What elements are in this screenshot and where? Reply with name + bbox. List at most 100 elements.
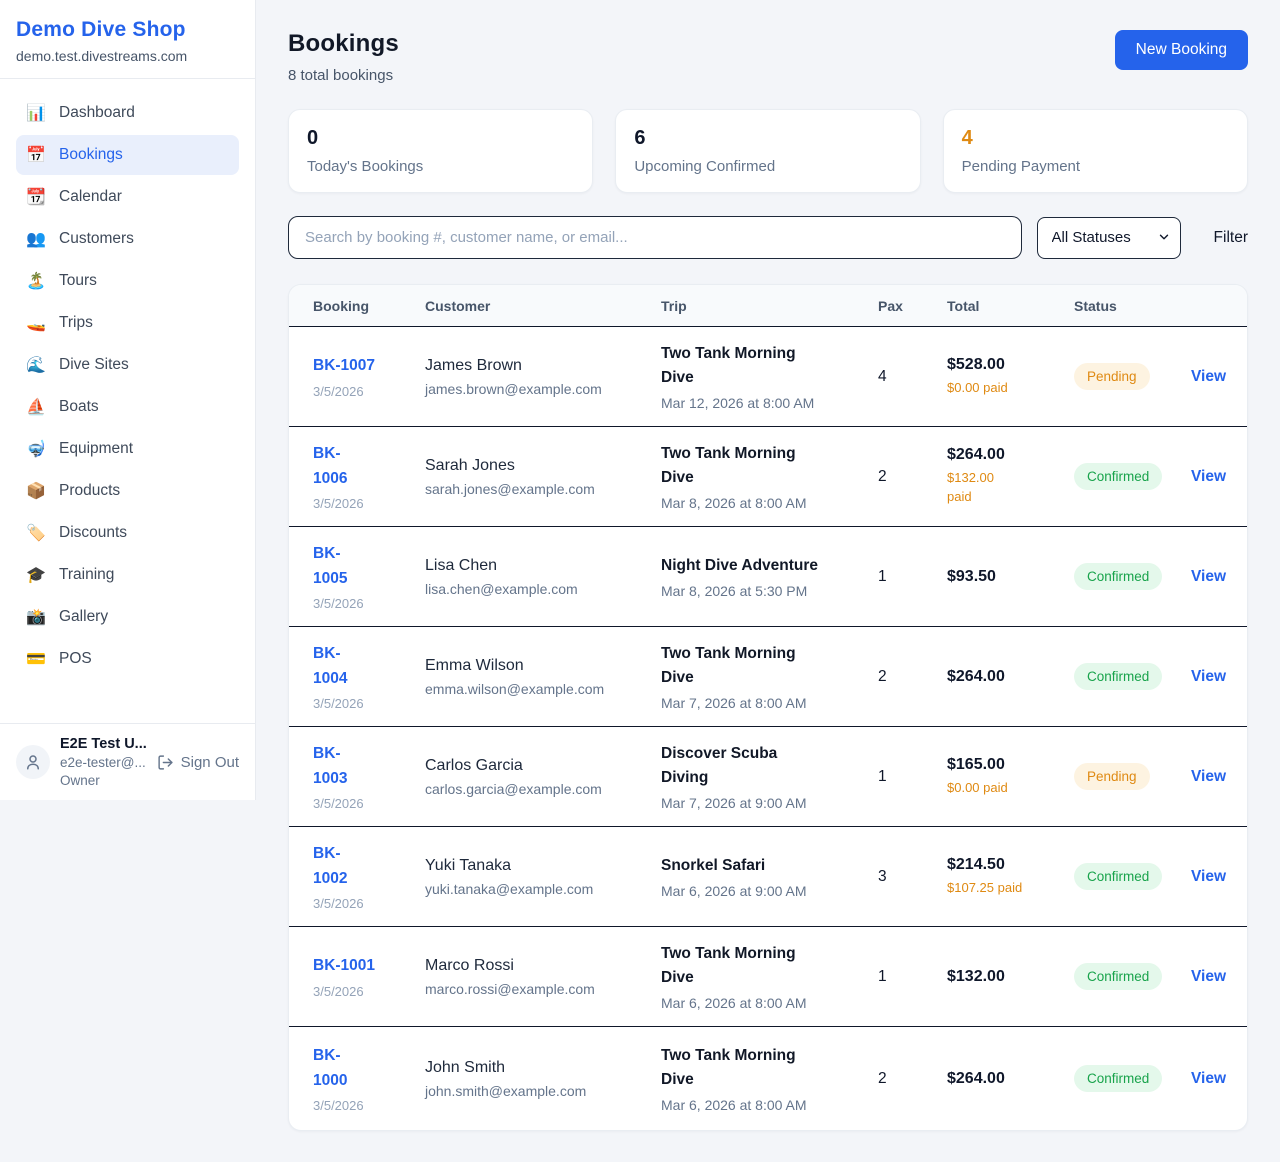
view-link[interactable]: View bbox=[1191, 868, 1226, 885]
pax-value: 2 bbox=[878, 468, 947, 486]
sidebar-item-trips[interactable]: 🚤Trips bbox=[16, 303, 239, 343]
view-cell: View bbox=[1191, 668, 1236, 686]
sidebar-item-products[interactable]: 📦 Products bbox=[16, 471, 239, 511]
trip-name: Two Tank Morning Dive bbox=[661, 442, 807, 489]
view-cell: View bbox=[1191, 568, 1236, 586]
view-link[interactable]: View bbox=[1191, 1070, 1226, 1087]
customer-name: John Smith bbox=[425, 1059, 651, 1077]
view-cell: View bbox=[1191, 468, 1236, 486]
sidebar-item-label: Bookings bbox=[59, 146, 123, 164]
trip-name: Two Tank Morning Dive bbox=[661, 642, 807, 689]
table-row: BK-10033/5/2026Carlos Garciacarlos.garci… bbox=[289, 727, 1247, 827]
view-cell: View bbox=[1191, 1070, 1236, 1088]
table-row: BK-10023/5/2026Yuki Tanakayuki.tanaka@ex… bbox=[289, 827, 1247, 927]
shop-name: Demo Dive Shop bbox=[16, 18, 239, 42]
sidebar-item-dashboard[interactable]: 📊Dashboard bbox=[16, 93, 239, 133]
status-cell: Pending bbox=[1074, 363, 1191, 390]
booking-date: 3/5/2026 bbox=[313, 384, 415, 399]
sidebar-item-pos[interactable]: 💳POS bbox=[16, 639, 239, 679]
pax-value: 1 bbox=[878, 568, 947, 586]
trip-name: Snorkel Safari bbox=[661, 854, 868, 877]
sidebar-item-calendar[interactable]: 📆Calendar bbox=[16, 177, 239, 217]
view-link[interactable]: View bbox=[1191, 368, 1226, 385]
trip-name: Two Tank Morning Dive bbox=[661, 1044, 807, 1091]
booking-id-link[interactable]: BK-1000 bbox=[313, 1044, 357, 1092]
booking-date: 3/5/2026 bbox=[313, 696, 415, 711]
view-link[interactable]: View bbox=[1191, 668, 1226, 685]
customer-email: emma.wilson@example.com bbox=[425, 681, 651, 697]
booking-id-link[interactable]: BK-1005 bbox=[313, 542, 357, 590]
view-link[interactable]: View bbox=[1191, 568, 1226, 585]
filter-button[interactable]: Filter bbox=[1214, 229, 1248, 247]
calendar-icon: 📆 bbox=[26, 187, 46, 207]
booking-date: 3/5/2026 bbox=[313, 596, 415, 611]
dashboard-icon: 📊 bbox=[26, 103, 46, 123]
sidebar-item-dive-sites[interactable]: 🌊Dive Sites bbox=[16, 345, 239, 385]
sidebar-item-label: Dive Sites bbox=[59, 356, 129, 374]
booking-id-link[interactable]: BK-1006 bbox=[313, 442, 357, 490]
page-header: Bookings 8 total bookings New Booking bbox=[288, 30, 1248, 84]
status-badge: Pending bbox=[1074, 363, 1150, 390]
user-name: E2E Test U... bbox=[60, 736, 147, 752]
gallery-icon: 📸 bbox=[26, 607, 46, 627]
status-filter: All Statuses bbox=[1037, 217, 1181, 259]
booking-id-link[interactable]: BK-1003 bbox=[313, 742, 357, 790]
booking-date: 3/5/2026 bbox=[313, 984, 415, 999]
trip-name: Night Dive Adventure bbox=[661, 554, 868, 577]
status-cell: Confirmed bbox=[1074, 463, 1191, 490]
table-body: BK-10073/5/2026James Brownjames.brown@ex… bbox=[289, 327, 1247, 1130]
trip-datetime: Mar 12, 2026 at 8:00 AM bbox=[661, 395, 868, 411]
sidebar-item-boats[interactable]: ⛵Boats bbox=[16, 387, 239, 427]
sidebar-item-label: Training bbox=[59, 566, 114, 584]
bookings-count: 8 total bookings bbox=[288, 67, 399, 84]
user-footer: E2E Test U... e2e-tester@... Owner Sign … bbox=[0, 723, 255, 800]
total-amount: $264.00 bbox=[947, 668, 1064, 686]
sidebar-item-equipment[interactable]: 🤿Equipment bbox=[16, 429, 239, 469]
total-cell: $132.00 bbox=[947, 968, 1074, 986]
booking-id-link[interactable]: BK-1007 bbox=[313, 354, 375, 378]
brand-block: Demo Dive Shop demo.test.divestreams.com bbox=[0, 0, 255, 79]
total-amount: $264.00 bbox=[947, 446, 1064, 464]
booking-id-link[interactable]: BK-1001 bbox=[313, 954, 375, 978]
customer-name: Marco Rossi bbox=[425, 957, 651, 975]
view-cell: View bbox=[1191, 968, 1236, 986]
customers-icon: 👥 bbox=[26, 229, 46, 249]
trip-datetime: Mar 8, 2026 at 5:30 PM bbox=[661, 583, 868, 599]
booking-id-link[interactable]: BK-1002 bbox=[313, 842, 357, 890]
stat-value: 4 bbox=[962, 127, 1229, 150]
booking-id-link[interactable]: BK-1004 bbox=[313, 642, 357, 690]
view-link[interactable]: View bbox=[1191, 468, 1226, 485]
stat-card-todays-bookings: 0 Today's Bookings bbox=[288, 109, 593, 193]
trip-datetime: Mar 6, 2026 at 8:00 AM bbox=[661, 1097, 868, 1113]
user-info: E2E Test U... e2e-tester@... Owner bbox=[60, 736, 147, 788]
booking-cell: BK-10023/5/2026 bbox=[313, 842, 425, 910]
amount-paid: $132.00 paid bbox=[947, 469, 1009, 507]
sign-out-button[interactable]: Sign Out bbox=[157, 754, 239, 771]
trip-datetime: Mar 8, 2026 at 8:00 AM bbox=[661, 495, 868, 511]
column-header-booking: Booking bbox=[313, 298, 425, 314]
customer-cell: Lisa Chenlisa.chen@example.com bbox=[425, 557, 661, 597]
bookings-icon: 📅 bbox=[26, 145, 46, 165]
sidebar-item-gallery[interactable]: 📸Gallery bbox=[16, 597, 239, 637]
trips-icon: 🚤 bbox=[26, 313, 46, 333]
sidebar-item-bookings[interactable]: 📅 Bookings bbox=[16, 135, 239, 175]
filter-row: All Statuses Filter bbox=[288, 216, 1248, 259]
sidebar-item-discounts[interactable]: 🏷️Discounts bbox=[16, 513, 239, 553]
sidebar-item-label: Products bbox=[59, 482, 120, 500]
status-filter-select[interactable]: All Statuses bbox=[1037, 217, 1181, 259]
user-email: e2e-tester@... bbox=[60, 755, 147, 770]
sidebar-item-training[interactable]: 🎓Training bbox=[16, 555, 239, 595]
booking-cell: BK-1000 3/5/2026 bbox=[313, 1044, 425, 1112]
search-input[interactable] bbox=[288, 216, 1022, 259]
sidebar-item-customers[interactable]: 👥Customers bbox=[16, 219, 239, 259]
tours-icon: 🏝️ bbox=[26, 271, 46, 291]
view-link[interactable]: View bbox=[1191, 768, 1226, 785]
products-icon: 📦 bbox=[26, 481, 46, 501]
booking-date: 3/5/2026 bbox=[313, 1098, 415, 1113]
new-booking-button[interactable]: New Booking bbox=[1115, 30, 1248, 70]
logout-icon bbox=[157, 754, 174, 771]
sidebar-item-tours[interactable]: 🏝️Tours bbox=[16, 261, 239, 301]
customer-name: Sarah Jones bbox=[425, 457, 651, 475]
column-header-pax: Pax bbox=[878, 298, 947, 314]
view-link[interactable]: View bbox=[1191, 968, 1226, 985]
